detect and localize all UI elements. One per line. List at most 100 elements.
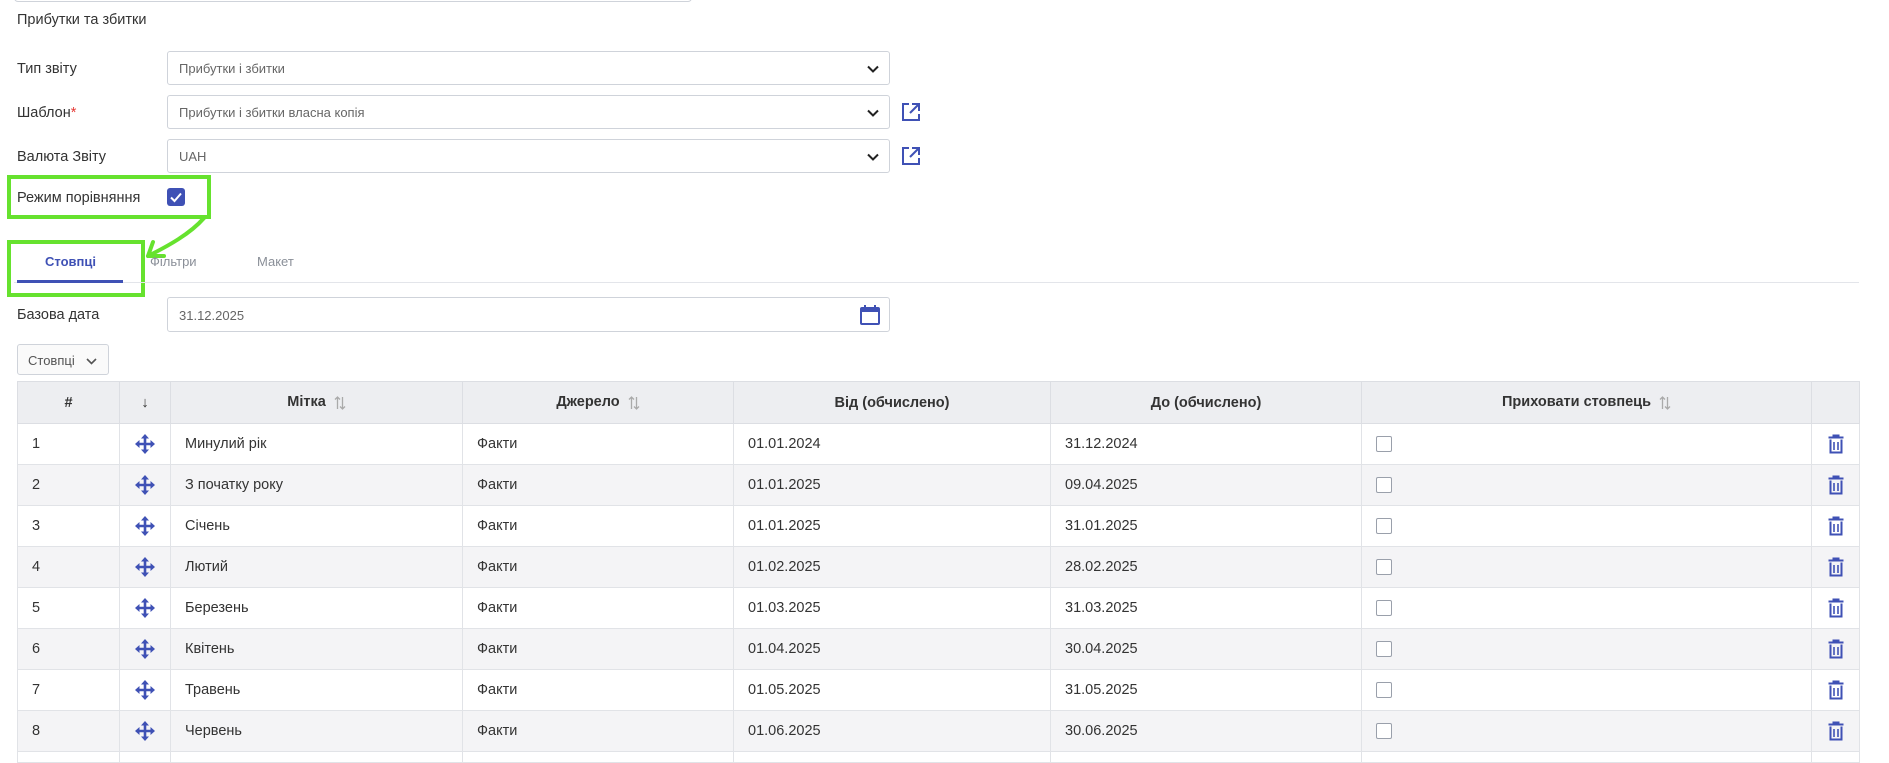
row-index: 3 <box>17 505 120 547</box>
header-move: ↓ <box>119 381 171 424</box>
row-source[interactable]: Факти <box>462 710 734 752</box>
row-source[interactable] <box>462 751 734 763</box>
tab-columns[interactable]: Стовпці <box>45 254 96 269</box>
trash-icon[interactable] <box>1827 680 1845 700</box>
columns-visibility-dropdown[interactable]: Стовпці <box>17 344 109 375</box>
row-label[interactable]: Квітень <box>170 628 463 670</box>
hide-column-checkbox[interactable] <box>1376 518 1392 535</box>
row-label[interactable]: З початку року <box>170 464 463 506</box>
chevron-down-icon <box>867 109 879 117</box>
row-source[interactable]: Факти <box>462 423 734 465</box>
row-delete[interactable] <box>1811 628 1860 670</box>
row-label[interactable]: Червень <box>170 710 463 752</box>
row-drag-handle[interactable] <box>119 505 171 547</box>
move-arrows-icon[interactable] <box>134 638 156 660</box>
trash-icon[interactable] <box>1827 721 1845 741</box>
row-delete[interactable] <box>1811 751 1860 763</box>
hide-column-checkbox[interactable] <box>1376 559 1392 576</box>
sort-arrows-icon[interactable] <box>628 395 640 411</box>
move-arrows-icon[interactable] <box>134 679 156 701</box>
row-source[interactable]: Факти <box>462 587 734 629</box>
row-drag-handle[interactable] <box>119 669 171 711</box>
hide-column-checkbox[interactable] <box>1376 600 1392 617</box>
hide-column-checkbox[interactable] <box>1376 682 1392 699</box>
row-index: 8 <box>17 710 120 752</box>
row-drag-handle[interactable] <box>119 423 171 465</box>
hide-column-checkbox[interactable] <box>1376 723 1392 740</box>
header-actions <box>1811 381 1860 424</box>
sort-arrows-icon[interactable] <box>334 395 346 411</box>
row-source[interactable]: Факти <box>462 505 734 547</box>
external-link-icon[interactable] <box>900 145 922 167</box>
row-hide-cell <box>1361 628 1812 670</box>
move-arrows-icon[interactable] <box>134 474 156 496</box>
move-arrows-icon[interactable] <box>134 720 156 742</box>
table-row: 6 Квітень Факти 01.04.2025 30.04.2025 <box>17 628 1860 670</box>
template-select[interactable]: Прибутки і збитки власна копія <box>167 95 890 129</box>
template-label: Шаблон* <box>17 105 76 121</box>
row-index: 2 <box>17 464 120 506</box>
row-delete[interactable] <box>1811 464 1860 506</box>
row-from-date: 01.03.2025 <box>733 587 1051 629</box>
row-delete[interactable] <box>1811 546 1860 588</box>
header-label[interactable]: Мітка <box>170 381 463 424</box>
row-drag-handle[interactable] <box>119 587 171 629</box>
row-label[interactable]: Березень <box>170 587 463 629</box>
currency-select[interactable]: UAH <box>167 139 890 173</box>
row-delete[interactable] <box>1811 587 1860 629</box>
header-hide[interactable]: Приховати стовпець <box>1361 381 1812 424</box>
row-label[interactable]: Травень <box>170 669 463 711</box>
hide-column-checkbox[interactable] <box>1376 641 1392 658</box>
header-from: Від (обчислено) <box>733 381 1051 424</box>
move-arrows-icon[interactable] <box>134 556 156 578</box>
tab-filters[interactable]: Фільтри <box>150 254 197 269</box>
row-from-date: 01.04.2025 <box>733 628 1051 670</box>
hide-column-checkbox[interactable] <box>1376 436 1392 453</box>
row-label[interactable]: Лютий <box>170 546 463 588</box>
row-hide-cell <box>1361 423 1812 465</box>
row-index: 7 <box>17 669 120 711</box>
external-link-icon[interactable] <box>900 101 922 123</box>
trash-icon[interactable] <box>1827 598 1845 618</box>
trash-icon[interactable] <box>1827 639 1845 659</box>
row-index <box>17 751 120 763</box>
row-hide-cell <box>1361 751 1812 763</box>
currency-value: UAH <box>179 149 207 164</box>
table-header-row: # ↓ Мітка Джерело Від (обчислено) До (об… <box>17 381 1860 424</box>
row-drag-handle[interactable] <box>119 751 171 763</box>
row-drag-handle[interactable] <box>119 546 171 588</box>
row-drag-handle[interactable] <box>119 628 171 670</box>
trash-icon[interactable] <box>1827 557 1845 577</box>
tab-layout[interactable]: Макет <box>257 254 294 269</box>
row-label[interactable] <box>170 751 463 763</box>
move-arrows-icon[interactable] <box>134 515 156 537</box>
row-to-date: 31.01.2025 <box>1050 505 1362 547</box>
row-source[interactable]: Факти <box>462 628 734 670</box>
row-delete[interactable] <box>1811 669 1860 711</box>
table-row: 1 Минулий рік Факти 01.01.2024 31.12.2024 <box>17 423 1860 465</box>
row-source[interactable]: Факти <box>462 546 734 588</box>
trash-icon[interactable] <box>1827 434 1845 454</box>
calendar-icon[interactable] <box>859 304 881 326</box>
hide-column-checkbox[interactable] <box>1376 477 1392 494</box>
move-arrows-icon[interactable] <box>134 433 156 455</box>
sort-arrows-icon[interactable] <box>1659 395 1671 411</box>
row-source[interactable]: Факти <box>462 669 734 711</box>
move-arrows-icon[interactable] <box>134 597 156 619</box>
row-index: 6 <box>17 628 120 670</box>
base-date-input[interactable]: 31.12.2025 <box>167 297 890 332</box>
header-source[interactable]: Джерело <box>462 381 734 424</box>
row-label[interactable]: Січень <box>170 505 463 547</box>
row-delete[interactable] <box>1811 423 1860 465</box>
row-source[interactable]: Факти <box>462 464 734 506</box>
trash-icon[interactable] <box>1827 475 1845 495</box>
trash-icon[interactable] <box>1827 516 1845 536</box>
row-drag-handle[interactable] <box>119 464 171 506</box>
report-type-select[interactable]: Прибутки і збитки <box>167 51 890 85</box>
row-label[interactable]: Минулий рік <box>170 423 463 465</box>
tabs-divider <box>14 282 1859 283</box>
row-hide-cell <box>1361 587 1812 629</box>
row-drag-handle[interactable] <box>119 710 171 752</box>
row-delete[interactable] <box>1811 710 1860 752</box>
row-delete[interactable] <box>1811 505 1860 547</box>
